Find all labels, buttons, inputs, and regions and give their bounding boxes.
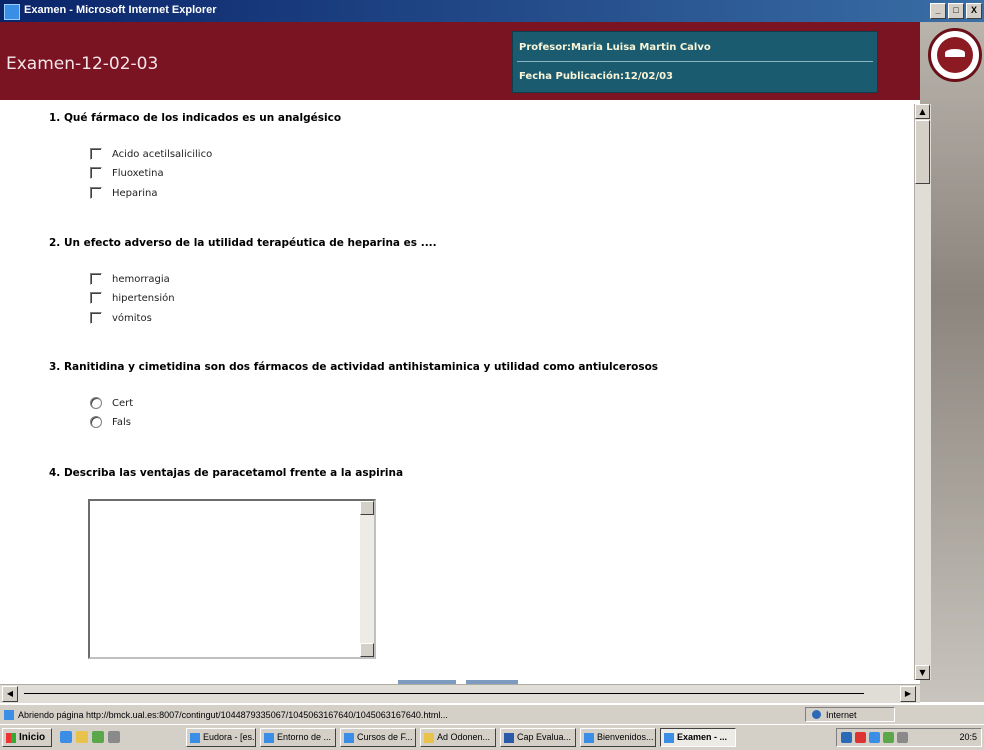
info-divider	[517, 61, 873, 62]
word-icon	[504, 733, 514, 743]
exam-info-box: Profesor:Maria Luisa Martin Calvo Fecha …	[512, 31, 878, 93]
university-logo	[928, 28, 982, 82]
taskbar-item-eudora[interactable]: Eudora - [es...	[186, 728, 256, 747]
zone-label: Internet	[826, 710, 857, 720]
answer-textarea[interactable]	[88, 499, 376, 659]
question-3-text: 3. Ranitidina y cimetidina son dos fárma…	[49, 361, 659, 373]
checkbox[interactable]	[90, 148, 102, 160]
question-1-option[interactable]: Fluoxetina	[90, 167, 164, 179]
checkbox[interactable]	[90, 167, 102, 179]
taskbar-item-bienvenidos[interactable]: Bienvenidos...	[580, 728, 656, 747]
checkbox[interactable]	[90, 273, 102, 285]
textarea-scroll-down-icon[interactable]	[360, 643, 374, 657]
scroll-thumb[interactable]	[915, 120, 930, 184]
taskbar-item-examen[interactable]: Examen - ...	[660, 728, 736, 747]
security-zone: Internet	[805, 707, 895, 722]
checkbox[interactable]	[90, 187, 102, 199]
exam-header: Examen-12-02-03 Profesor:Maria Luisa Mar…	[0, 22, 920, 100]
network-tray-icon[interactable]	[841, 732, 852, 743]
checkbox[interactable]	[90, 292, 102, 304]
question-2-option[interactable]: hemorragia	[90, 273, 170, 285]
system-tray: 20:5	[836, 728, 982, 747]
question-2-text: 2. Un efecto adverso de la utilidad tera…	[49, 237, 437, 249]
question-2-option[interactable]: hipertensión	[90, 292, 175, 304]
textarea-scroll-up-icon[interactable]	[360, 501, 374, 515]
scroll-right-arrow-icon[interactable]: ▶	[900, 686, 916, 702]
antivirus-tray-icon[interactable]	[855, 732, 866, 743]
app-icon	[664, 733, 674, 743]
close-button[interactable]: X	[966, 3, 982, 19]
status-text: Abriendo página http://bmck.ual.es:8007/…	[18, 710, 448, 720]
question-1-option[interactable]: Acido acetilsalicilico	[90, 148, 212, 160]
clock: 20:5	[959, 732, 977, 742]
globe-icon	[812, 710, 821, 719]
radio-button[interactable]	[90, 416, 102, 428]
question-3-option[interactable]: Fals	[90, 416, 131, 428]
question-3-option[interactable]: Cert	[90, 397, 133, 409]
app-icon	[584, 733, 594, 743]
folder-icon	[424, 733, 434, 743]
page-loading-icon	[4, 710, 14, 720]
scroll-left-arrow-icon[interactable]: ◀	[2, 686, 18, 702]
scroll-up-arrow-icon[interactable]: ▲	[915, 104, 930, 119]
messenger-tray-icon[interactable]	[869, 732, 880, 743]
taskbar-item-word[interactable]: Cap Evalua...	[500, 728, 576, 747]
question-1-text: 1. Qué fármaco de los indicados es un an…	[49, 112, 342, 124]
maximize-button[interactable]: □	[948, 3, 964, 19]
checkbox[interactable]	[90, 312, 102, 324]
taskbar: Inicio Eudora - [es... Entorno de ... Cu…	[0, 724, 984, 750]
question-2-option[interactable]: vómitos	[90, 312, 152, 324]
desktop-quicklaunch-icon[interactable]	[92, 731, 104, 743]
fecha-label: Fecha Publicación:12/02/03	[519, 71, 674, 82]
taskbar-item-folder[interactable]: Ad Odonen...	[420, 728, 496, 747]
app-icon	[264, 733, 274, 743]
radio-button[interactable]	[90, 397, 102, 409]
windows-logo-icon	[6, 733, 16, 743]
horizontal-scrollbar[interactable]: ◀ ▶	[0, 684, 920, 703]
app-tray-icon[interactable]	[883, 732, 894, 743]
minimize-button[interactable]: _	[930, 3, 946, 19]
status-bar: Abriendo página http://bmck.ual.es:8007/…	[0, 704, 984, 725]
logo-bird-icon	[945, 49, 965, 57]
start-button[interactable]: Inicio	[2, 728, 52, 747]
question-1-option[interactable]: Heparina	[90, 187, 158, 199]
app-icon	[190, 733, 200, 743]
outlook-quicklaunch-icon[interactable]	[76, 731, 88, 743]
ie-icon	[4, 4, 20, 20]
window-title: Examen - Microsoft Internet Explorer	[24, 4, 217, 16]
exam-title: Examen-12-02-03	[6, 54, 159, 74]
profesor-label: Profesor:Maria Luisa Martin Calvo	[519, 42, 711, 53]
window-title-bar[interactable]: Examen - Microsoft Internet Explorer _ □…	[0, 0, 984, 22]
question-4-text: 4. Describa las ventajas de paracetamol …	[49, 467, 404, 479]
taskbar-item-cursos[interactable]: Cursos de F...	[340, 728, 416, 747]
media-quicklaunch-icon[interactable]	[108, 731, 120, 743]
textarea-scrollbar[interactable]	[360, 501, 374, 657]
scroll-track[interactable]	[24, 693, 864, 694]
scroll-down-arrow-icon[interactable]: ▼	[915, 665, 930, 680]
vertical-scrollbar[interactable]: ▲ ▼	[914, 104, 931, 680]
taskbar-item-entorno[interactable]: Entorno de ...	[260, 728, 336, 747]
ie-quicklaunch-icon[interactable]	[60, 731, 72, 743]
app-icon	[344, 733, 354, 743]
volume-tray-icon[interactable]	[897, 732, 908, 743]
